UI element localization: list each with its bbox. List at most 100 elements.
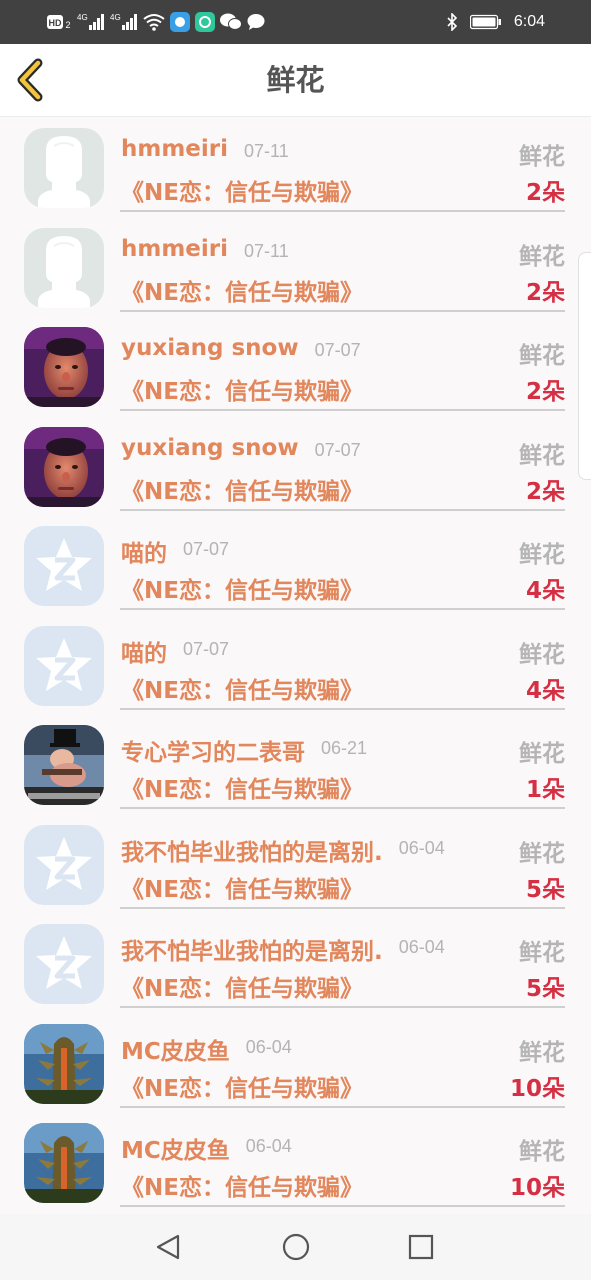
flower-count: 5朵 <box>525 876 565 903</box>
back-triangle-icon <box>156 1234 180 1260</box>
avatar[interactable] <box>24 227 104 308</box>
chat-bubble-icon <box>247 14 265 30</box>
book-title[interactable]: 《NE恋：信任与欺骗》 <box>121 870 363 904</box>
navigation-bar <box>0 1214 591 1280</box>
gift-type-label: 鲜花 <box>519 741 565 767</box>
battery-icon <box>469 14 501 30</box>
flower-count: 10朵 <box>509 1075 565 1102</box>
avatar[interactable] <box>24 1023 104 1104</box>
app-icon <box>195 12 215 32</box>
row-divider <box>120 906 565 909</box>
row-divider <box>120 409 565 411</box>
gift-date: 07-11 <box>244 141 289 161</box>
book-title[interactable]: 《NE恋：信任与欺骗》 <box>121 173 363 207</box>
list-item[interactable]: MC皮皮鱼 06-04 鲜花 《NE恋：信任与欺骗》 10朵 <box>0 1013 591 1113</box>
header-bar: 鲜花 <box>0 44 591 117</box>
wifi-icon <box>143 14 165 31</box>
bluetooth-icon <box>447 13 457 31</box>
gift-date: 07-07 <box>183 638 230 659</box>
flower-count: 2朵 <box>525 379 565 405</box>
flower-count: 2朵 <box>525 279 565 306</box>
book-title[interactable]: 《NE恋：信任与欺骗》 <box>121 770 363 804</box>
list-item[interactable]: yuxiang snow 07-07 鲜花 《NE恋：信任与欺骗》 2朵 <box>0 416 591 516</box>
nav-recents-button[interactable] <box>406 1232 436 1262</box>
list-item[interactable]: hmmeiri 07-11 鲜花《NE恋：信任与欺骗》 2朵 <box>0 217 591 317</box>
flower-count: 1朵 <box>525 777 565 803</box>
gift-type-label: 鲜花 <box>519 840 565 867</box>
flower-count: 5朵 <box>525 976 565 1002</box>
gift-date: 06-04 <box>398 937 445 957</box>
book-title[interactable]: 《NE恋：信任与欺骗》 <box>121 671 363 705</box>
book-title[interactable]: 《NE恋：信任与欺骗》 <box>121 571 363 605</box>
book-title[interactable]: 《NE恋：信任与欺骗》 <box>121 1168 363 1202</box>
book-title[interactable]: 《NE恋：信任与欺骗》 <box>121 273 363 307</box>
book-title[interactable]: 《NE恋：信任与欺骗》 <box>121 372 363 406</box>
svg-text:2: 2 <box>65 20 70 30</box>
gift-date: 07-07 <box>314 439 361 460</box>
flower-count: 4朵 <box>525 677 565 704</box>
user-name[interactable]: yuxiang snow <box>121 335 299 361</box>
flower-gift-list: hmmeiri 07-11 鲜花 《NE恋：信任与欺骗》 2朵 hmmeiri 07-11 鲜… <box>0 117 591 1214</box>
user-name[interactable]: 喵的 <box>121 634 167 668</box>
signal-4g-icon: 4G <box>110 13 137 30</box>
flower-count: 4朵 <box>525 578 565 604</box>
avatar[interactable] <box>24 725 104 805</box>
avatar[interactable] <box>24 824 104 905</box>
status-bar: HD 2 4G 4G 6:04 <box>0 0 591 44</box>
status-left-icons: HD 2 4G 4G <box>46 10 265 34</box>
row-divider <box>120 309 565 312</box>
avatar[interactable] <box>24 526 104 606</box>
hd-icon: HD 2 <box>47 15 71 30</box>
gift-type-label: 鲜花 <box>519 1039 565 1066</box>
flower-count: 2朵 <box>525 180 565 206</box>
avatar[interactable] <box>24 327 104 407</box>
recents-square-icon <box>408 1234 434 1260</box>
clock: 6:04 <box>513 13 545 30</box>
book-title[interactable]: 《NE恋：信任与欺骗》 <box>121 969 363 1003</box>
gift-date: 07-07 <box>183 539 230 559</box>
avatar[interactable] <box>24 128 104 208</box>
list-item[interactable]: MC皮皮鱼 06-04 鲜花 《NE恋：信任与欺骗》 10朵 <box>0 1112 591 1212</box>
avatar[interactable] <box>24 426 104 507</box>
gift-type-label: 鲜花 <box>519 940 565 966</box>
list-item[interactable]: 我不怕毕业我怕的是离别. 06-04 鲜花 《NE恋：信任与欺骗》 5朵 <box>0 814 591 914</box>
row-divider <box>120 1006 565 1008</box>
user-name[interactable]: 专心学习的二表哥 <box>121 733 305 767</box>
avatar[interactable] <box>24 1123 104 1203</box>
user-name[interactable]: MC皮皮鱼 <box>121 1032 230 1066</box>
wechat-icon <box>220 13 242 30</box>
avatar[interactable] <box>24 625 104 706</box>
gift-type-label: 鲜花 <box>519 542 565 568</box>
user-name[interactable]: yuxiang snow <box>121 435 299 461</box>
user-name[interactable]: MC皮皮鱼 <box>121 1131 230 1165</box>
list-item[interactable]: hmmeiri 07-11 鲜花《NE恋：信任与欺骗》 2朵 <box>0 117 591 217</box>
user-name[interactable]: 我不怕毕业我怕的是离别. <box>121 833 383 867</box>
scroll-indicator[interactable] <box>578 252 591 480</box>
gift-date: 06-21 <box>321 738 368 758</box>
gift-type-label: 鲜花 <box>519 144 565 170</box>
nav-back-button[interactable] <box>154 1232 184 1262</box>
user-name[interactable]: hmmeiri <box>121 236 228 262</box>
home-circle-icon <box>282 1233 310 1261</box>
gift-date: 07-07 <box>314 340 361 360</box>
book-title[interactable]: 《NE恋：信任与欺骗》 <box>121 1069 363 1103</box>
list-item[interactable]: yuxiang snow 07-07 鲜花 《NE恋：信任与欺骗》 2朵 <box>0 316 591 416</box>
gift-type-label: 鲜花 <box>519 1139 565 1165</box>
row-divider <box>120 608 565 610</box>
flower-count: 2朵 <box>525 478 565 505</box>
row-divider <box>120 210 565 212</box>
user-name[interactable]: hmmeiri <box>121 136 228 162</box>
list-item[interactable]: 专心学习的二表哥 06-21 鲜花《NE恋：信任与欺骗》 1朵 <box>0 714 591 814</box>
user-name[interactable]: 我不怕毕业我怕的是离别. <box>121 932 383 966</box>
avatar[interactable] <box>24 924 104 1004</box>
list-item[interactable]: 我不怕毕业我怕的是离别. 06-04 鲜花《NE恋：信任与欺骗》 5朵 <box>0 913 591 1013</box>
nav-home-button[interactable] <box>281 1232 311 1262</box>
gift-type-label: 鲜花 <box>519 243 565 270</box>
user-name[interactable]: 喵的 <box>121 534 167 568</box>
svg-text:4G: 4G <box>77 13 88 22</box>
row-divider <box>120 1105 565 1108</box>
list-item[interactable]: 喵的 07-07 鲜花 《NE恋：信任与欺骗》 4朵 <box>0 615 591 715</box>
book-title[interactable]: 《NE恋：信任与欺骗》 <box>121 472 363 506</box>
gift-date: 07-11 <box>244 240 289 261</box>
list-item[interactable]: 喵的 07-07 鲜花《NE恋：信任与欺骗》 4朵 <box>0 515 591 615</box>
